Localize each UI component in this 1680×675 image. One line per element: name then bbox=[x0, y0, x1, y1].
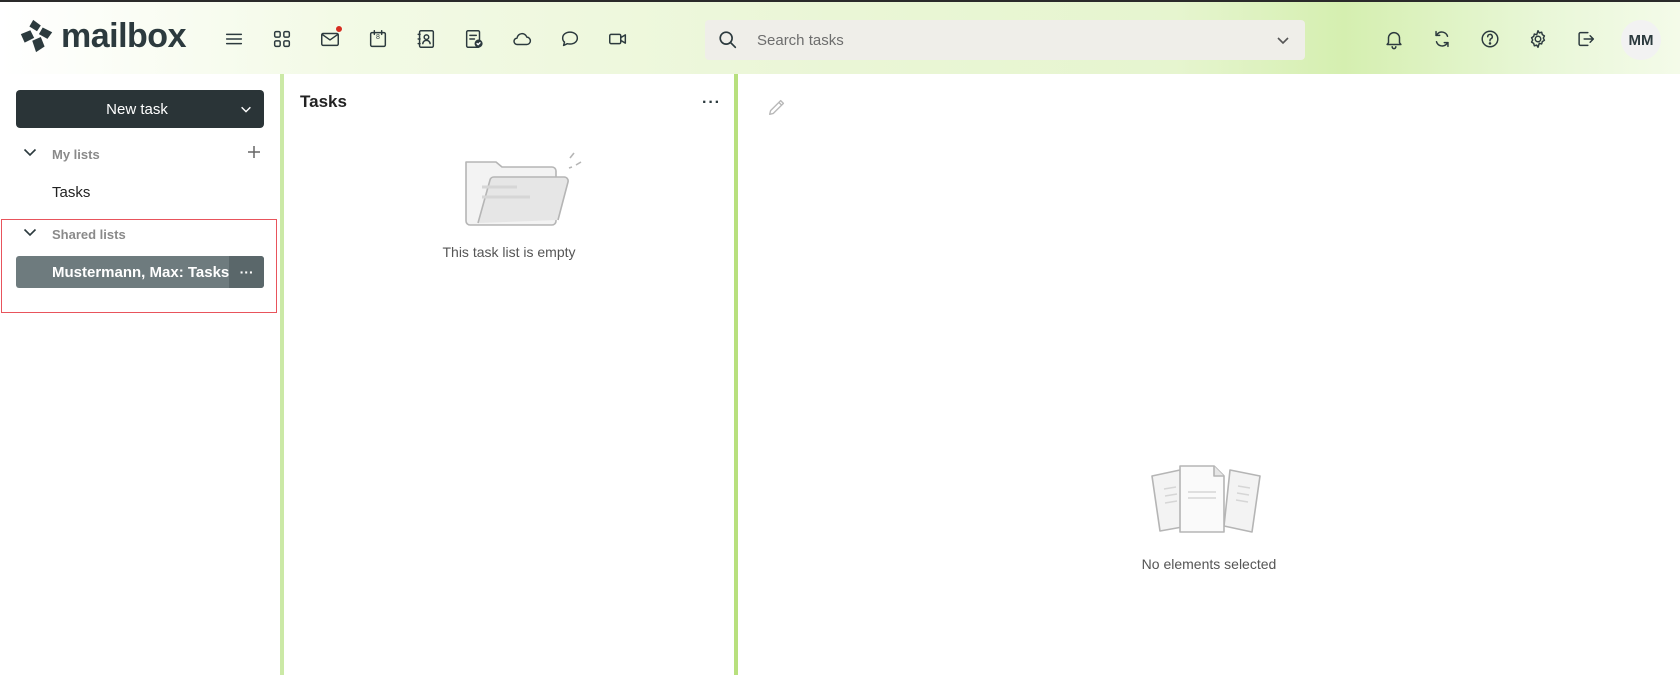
sidebar-item-tasks[interactable]: Tasks bbox=[52, 184, 90, 201]
edit-icon[interactable] bbox=[766, 96, 788, 118]
search-input[interactable] bbox=[757, 21, 1275, 59]
list-options-button[interactable]: ··· bbox=[702, 94, 721, 112]
logout-icon[interactable] bbox=[1572, 25, 1600, 53]
task-list-pane: Tasks ··· This task list is empty bbox=[284, 74, 734, 675]
search-bar bbox=[705, 20, 1305, 60]
new-task-button[interactable]: New task bbox=[16, 90, 264, 128]
chat-icon[interactable] bbox=[556, 25, 584, 53]
app-navigation: 8 bbox=[220, 25, 652, 53]
more-options-button[interactable]: ··· bbox=[229, 256, 264, 288]
help-icon[interactable] bbox=[1476, 25, 1504, 53]
page-title: Tasks bbox=[300, 92, 347, 111]
app-logo[interactable]: mailbox bbox=[18, 16, 186, 56]
cloud-icon[interactable] bbox=[508, 25, 536, 53]
app-name: mailbox bbox=[61, 17, 186, 55]
empty-list-message: This task list is empty bbox=[442, 244, 576, 260]
top-bar: mailbox 8 Search tasks MM bbox=[0, 0, 1680, 74]
new-task-label[interactable]: New task bbox=[16, 90, 228, 128]
menu-icon[interactable] bbox=[220, 25, 248, 53]
my-lists-header[interactable]: My lists bbox=[22, 144, 262, 164]
empty-folder-icon bbox=[465, 152, 582, 226]
sidebar-item-shared-tasks[interactable]: Mustermann, Max: Tasks ··· bbox=[16, 256, 264, 288]
shared-item-label[interactable]: Mustermann, Max: Tasks bbox=[16, 256, 229, 288]
calendar-icon[interactable]: 8 bbox=[364, 25, 392, 53]
sidebar: New task My lists Tasks Shared lists Mus… bbox=[0, 74, 280, 675]
search-icon[interactable] bbox=[717, 29, 739, 51]
add-list-icon[interactable] bbox=[246, 144, 262, 165]
tasks-icon[interactable] bbox=[460, 25, 488, 53]
chevron-down-icon[interactable] bbox=[1275, 32, 1291, 48]
no-selection-icon bbox=[1151, 465, 1261, 533]
apps-grid-icon[interactable] bbox=[268, 25, 296, 53]
mailbox-logo-icon bbox=[20, 19, 53, 53]
detail-pane: No elements selected bbox=[738, 74, 1680, 675]
no-selection-message: No elements selected bbox=[1141, 556, 1277, 572]
video-icon[interactable] bbox=[604, 25, 632, 53]
bell-icon[interactable] bbox=[1380, 25, 1408, 53]
new-task-dropdown[interactable] bbox=[228, 90, 264, 128]
chevron-down-icon bbox=[241, 106, 251, 113]
contacts-icon[interactable] bbox=[412, 25, 440, 53]
avatar[interactable]: MM bbox=[1621, 20, 1661, 60]
refresh-icon[interactable] bbox=[1428, 25, 1456, 53]
gear-icon[interactable] bbox=[1524, 25, 1552, 53]
my-lists-title: My lists bbox=[52, 146, 100, 162]
chevron-down-icon[interactable] bbox=[22, 144, 38, 165]
header-actions bbox=[1380, 25, 1620, 53]
calendar-day: 8 bbox=[376, 34, 380, 41]
mail-icon[interactable] bbox=[316, 25, 344, 53]
mail-unread-dot bbox=[335, 25, 343, 33]
